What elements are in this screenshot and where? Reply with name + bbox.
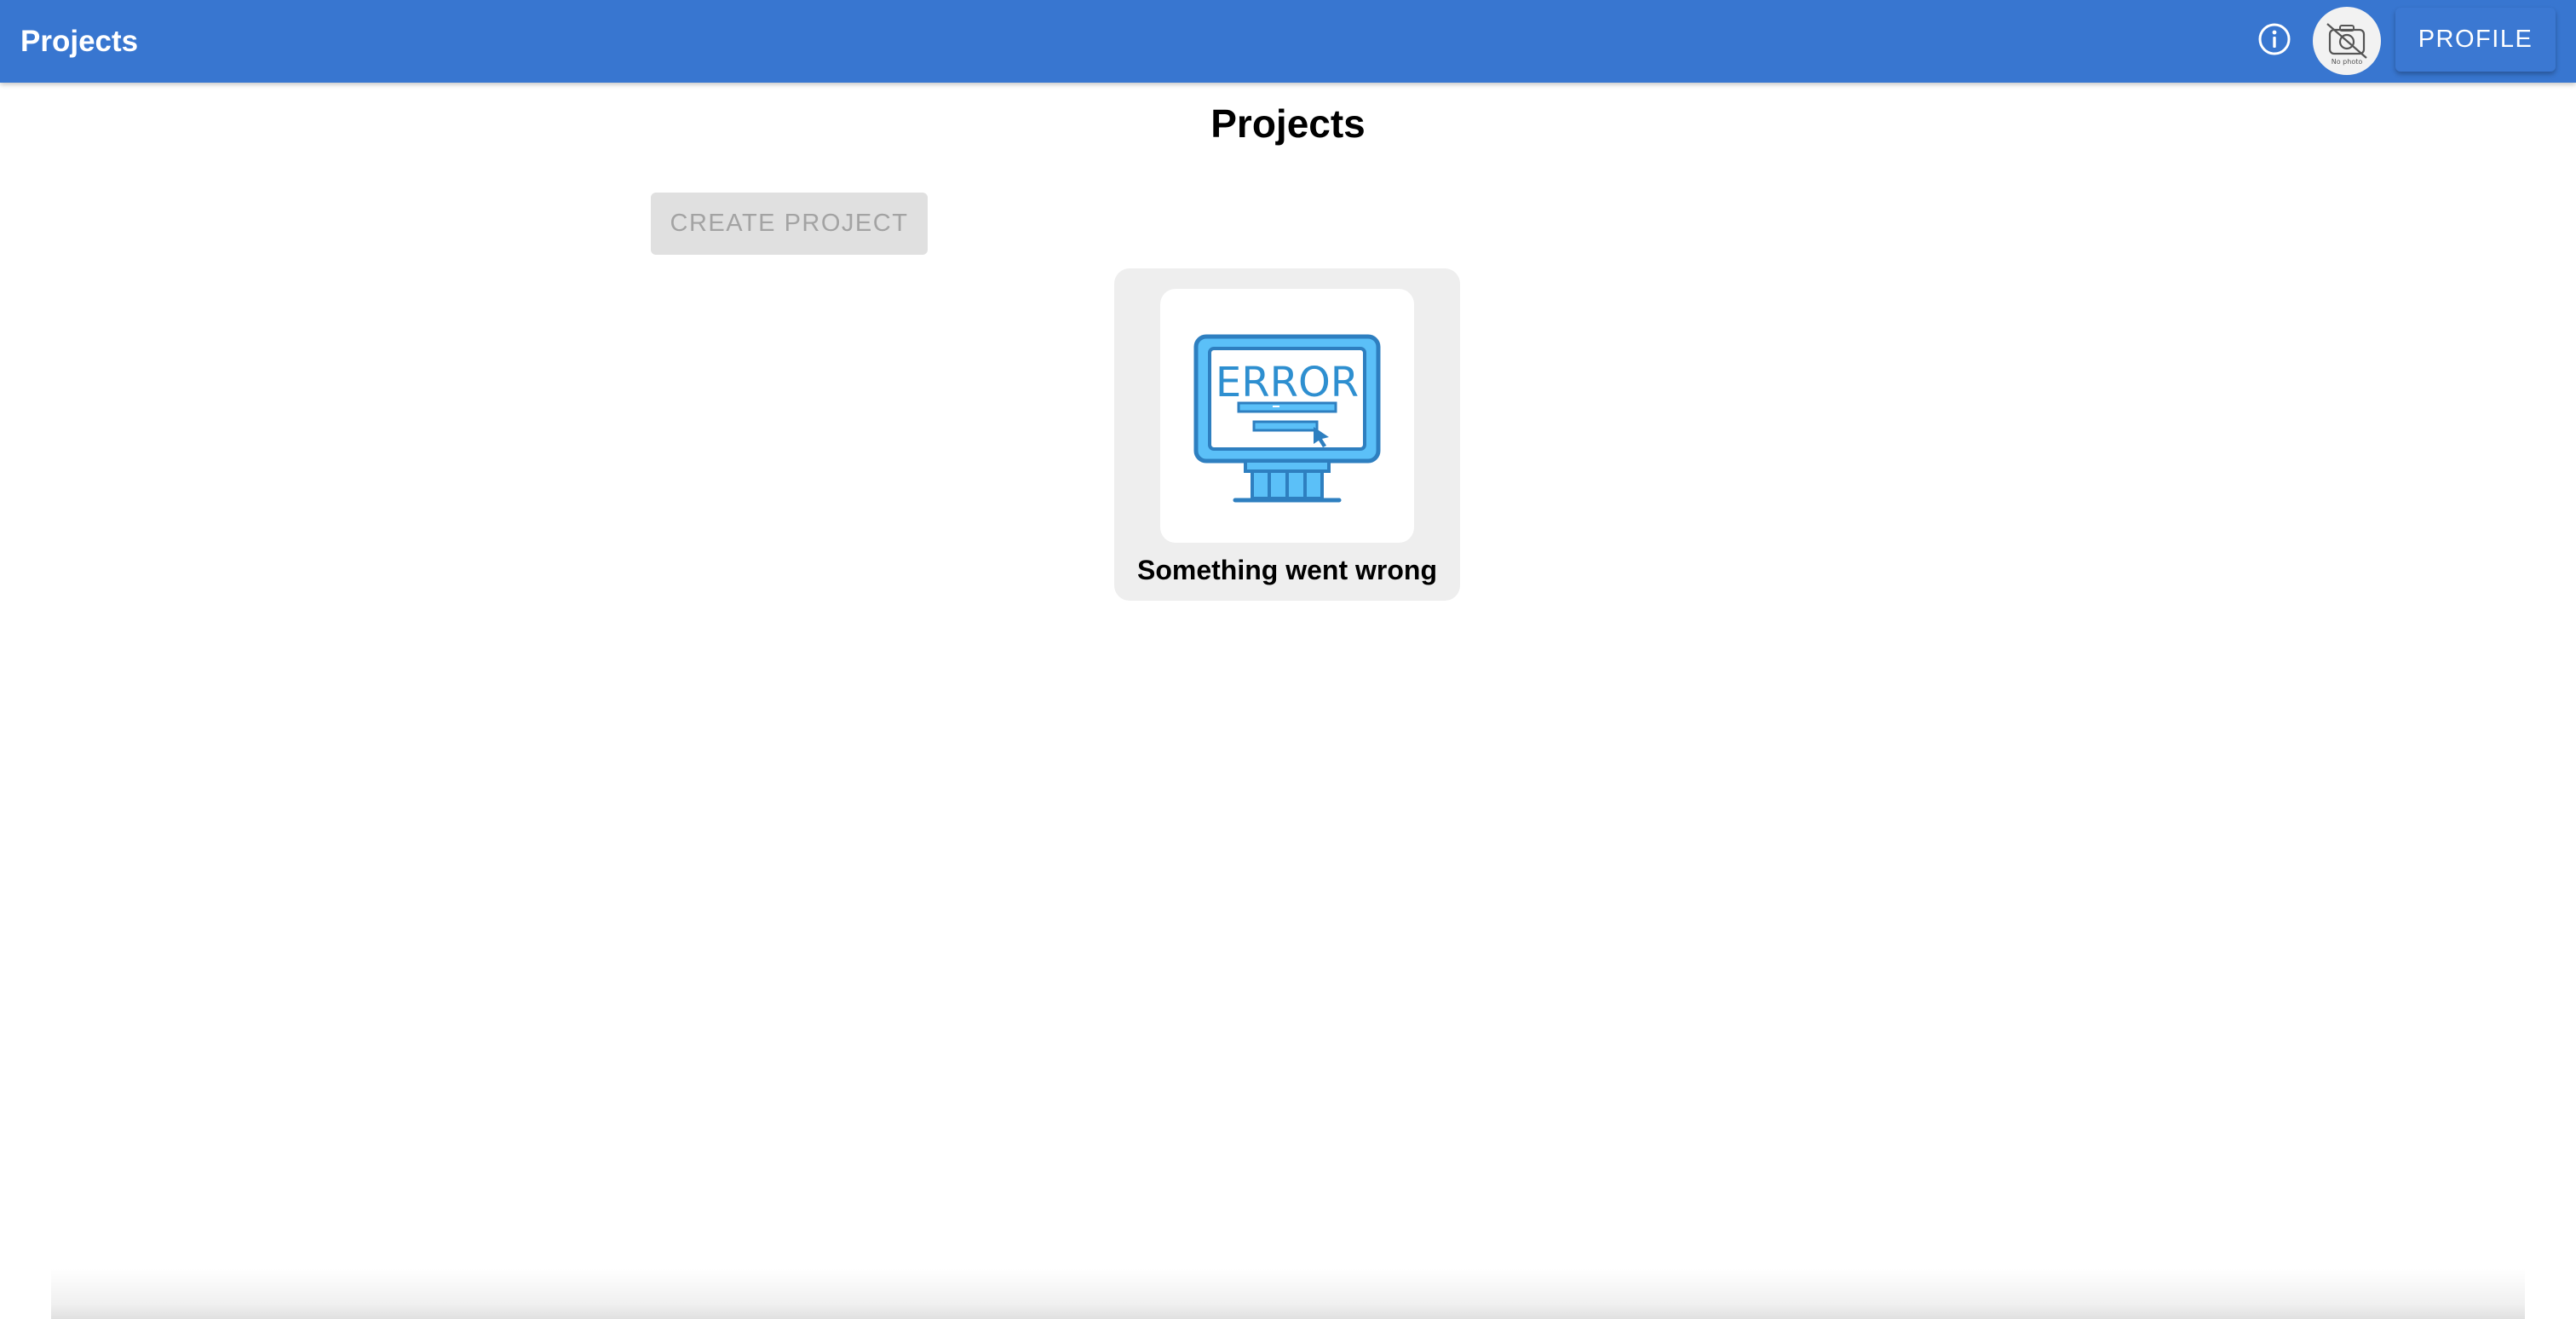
app-bar-title: Projects bbox=[20, 25, 139, 58]
svg-text:ERROR: ERROR bbox=[1216, 359, 1359, 406]
project-card-image: ERROR bbox=[1160, 289, 1414, 543]
create-project-button: CREATE PROJECT bbox=[651, 193, 928, 255]
bottom-edge-shadow bbox=[51, 1268, 2525, 1319]
project-card-label: Something went wrong bbox=[1137, 555, 1437, 585]
app-bar: Projects No photo PROFILE bbox=[0, 0, 2576, 83]
error-monitor-icon: ERROR bbox=[1193, 334, 1381, 503]
avatar[interactable]: No photo bbox=[2313, 7, 2381, 75]
avatar-caption: No photo bbox=[2331, 58, 2363, 66]
info-icon[interactable] bbox=[2256, 20, 2293, 58]
page-title: Projects bbox=[1210, 101, 1366, 146]
project-card[interactable]: ERROR Something went wrong bbox=[1114, 268, 1460, 601]
profile-button[interactable]: PROFILE bbox=[2395, 8, 2556, 72]
